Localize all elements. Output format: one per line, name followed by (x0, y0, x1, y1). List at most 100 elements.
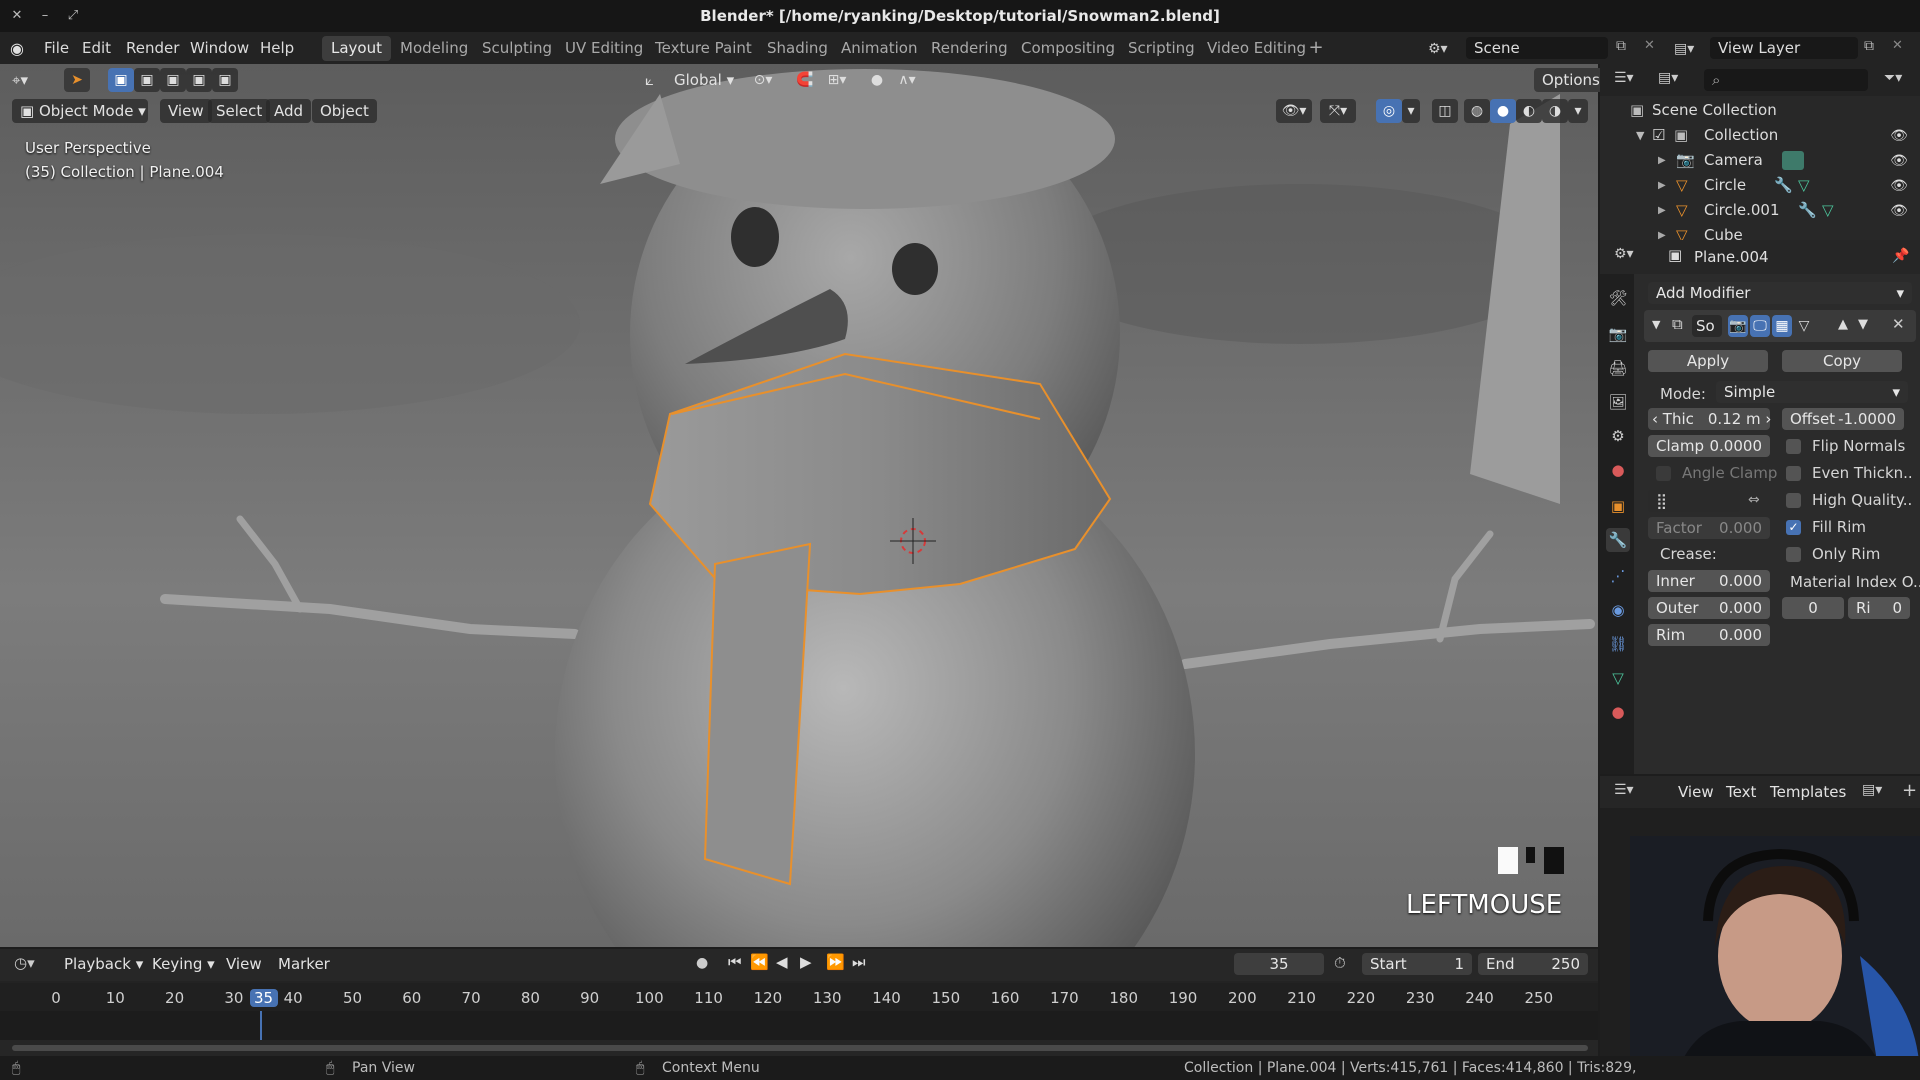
scene-selector-icon[interactable]: ⚙▾ (1428, 38, 1462, 60)
text-menu-view[interactable]: View (1670, 780, 1722, 804)
particles-tab-icon[interactable]: ⋰ (1606, 564, 1630, 588)
material-tab-icon[interactable]: ● (1606, 700, 1630, 724)
snap-icon[interactable]: 🧲 (792, 68, 818, 92)
view-layer-selector-icon[interactable]: ▤▾ (1674, 38, 1708, 60)
text-menu-templates[interactable]: Templates (1762, 780, 1854, 804)
physics-tab-icon[interactable]: ◉ (1606, 598, 1630, 622)
display-mode-icon[interactable]: ▤▾ (1658, 70, 1692, 92)
text-menu-text[interactable]: Text (1718, 780, 1764, 804)
blender-logo-icon[interactable]: ◉ (10, 39, 30, 58)
solid-shading-icon[interactable]: ● (1490, 99, 1516, 123)
playhead-line[interactable] (260, 1011, 262, 1040)
inner-crease-field[interactable]: Inner 0.000 (1648, 570, 1770, 592)
high-quality-checkbox[interactable] (1786, 493, 1801, 508)
text-browse-icon[interactable]: ▤▾ (1862, 782, 1896, 804)
menu-window[interactable]: Window (182, 37, 257, 59)
collapse-modifier-icon[interactable]: ▼ (1652, 318, 1660, 331)
tool-tab-icon[interactable]: 🛠 (1606, 286, 1630, 310)
move-modifier-up-icon[interactable]: ▲ (1838, 317, 1848, 332)
tab-scripting[interactable]: Scripting (1119, 36, 1204, 61)
transform-orientation-dropdown[interactable]: Global ▾ (666, 68, 742, 92)
shading-options-icon[interactable]: ▾ (1568, 99, 1588, 123)
viewport-scene[interactable] (0, 64, 1598, 947)
add-modifier-dropdown[interactable]: Add Modifier ▾ (1648, 282, 1912, 304)
new-scene-icon[interactable]: ⧉ (1616, 38, 1636, 58)
expand-arrow-icon[interactable]: ▶ (1658, 198, 1666, 223)
text-editor-type-icon[interactable]: ☰▾ (1614, 782, 1648, 804)
record-keyframe-icon[interactable]: ● (696, 955, 716, 975)
checkbox-icon[interactable]: ☑ (1652, 123, 1665, 148)
tab-modeling[interactable]: Modeling (391, 36, 477, 61)
menu-help[interactable]: Help (252, 37, 302, 59)
outliner-row-circle-001[interactable]: ▶ ▽ Circle.001 🔧 ▽ 👁 (1600, 198, 1920, 223)
pivot-point-icon[interactable]: ⊙▾ (750, 68, 776, 92)
tab-shading[interactable]: Shading (758, 36, 837, 61)
select-tool-icon[interactable]: ➤ (64, 68, 90, 92)
offset-field[interactable]: Offset -1.0000 (1782, 408, 1904, 430)
view-layer-tab-icon[interactable]: 🖼 (1606, 390, 1630, 414)
select-box-intersect-icon[interactable]: ▣ (212, 68, 238, 92)
new-view-layer-icon[interactable]: ⧉ (1864, 38, 1884, 58)
modifier-wrench-icon[interactable]: 🔧 (1774, 173, 1793, 198)
end-frame-field[interactable]: End 250 (1478, 953, 1588, 975)
menu-edit[interactable]: Edit (74, 37, 119, 59)
even-thickness-checkbox[interactable] (1786, 466, 1801, 481)
timeline-scrollbar[interactable] (0, 1040, 1598, 1056)
use-preview-range-icon[interactable]: ⏱ (1334, 954, 1354, 974)
overlays-dropdown-icon[interactable]: ▾ (1402, 99, 1420, 123)
timeline-track-area[interactable] (0, 1011, 1598, 1040)
play-icon[interactable]: ▶ (800, 953, 820, 975)
constraints-tab-icon[interactable]: ⛓ (1606, 632, 1630, 656)
jump-to-end-icon[interactable]: ⏭ (852, 953, 872, 975)
timeline-menu-keying[interactable]: Keying ▾ (144, 952, 223, 976)
tab-layout[interactable]: Layout (322, 36, 391, 61)
viewport-menu-select[interactable]: Select (208, 99, 271, 123)
tab-sculpting[interactable]: Sculpting (473, 36, 561, 61)
object-tab-icon[interactable]: ▣ (1606, 494, 1630, 518)
overlays-toggle-icon[interactable]: ◎ (1376, 99, 1402, 123)
timeline-scrollbar-thumb[interactable] (12, 1045, 1588, 1051)
play-reverse-icon[interactable]: ◀ (776, 953, 796, 975)
properties-editor-type-icon[interactable]: ⚙▾ (1614, 246, 1648, 268)
modifier-wrench-icon[interactable]: 🔧 (1798, 198, 1817, 223)
camera-data-icon[interactable] (1782, 151, 1804, 170)
rim-crease-field[interactable]: Rim 0.000 (1648, 624, 1770, 646)
modifier-viewport-toggle-icon[interactable]: 🖵 (1750, 315, 1770, 337)
mesh-data-icon[interactable]: ▽ (1798, 173, 1810, 198)
clamp-field[interactable]: Clamp 0.0000 (1648, 435, 1770, 457)
invert-vertex-group-icon[interactable]: ⇔ (1748, 492, 1760, 508)
only-rim-checkbox[interactable] (1786, 547, 1801, 562)
outliner-search-input[interactable]: ⌕ (1704, 69, 1868, 91)
jump-to-start-icon[interactable]: ⏮ (728, 953, 748, 975)
modifier-tab-icon[interactable]: 🔧 (1606, 528, 1630, 552)
tab-compositing[interactable]: Compositing (1012, 36, 1124, 61)
viewport-menu-view[interactable]: View (160, 99, 212, 123)
mesh-data-tab-icon[interactable]: ▽ (1606, 666, 1630, 690)
modifier-name-field[interactable]: So (1692, 315, 1722, 337)
outliner-row-collection[interactable]: ▼ ☑ ▣ Collection 👁 (1600, 123, 1920, 148)
view-layer-field[interactable]: View Layer (1710, 37, 1858, 59)
wireframe-shading-icon[interactable]: ◍ (1464, 99, 1490, 123)
mesh-data-icon[interactable]: ▽ (1822, 198, 1834, 223)
outer-crease-field[interactable]: Outer 0.000 (1648, 597, 1770, 619)
start-frame-field[interactable]: Start 1 (1362, 953, 1472, 975)
select-box-invert-icon[interactable]: ▣ (186, 68, 212, 92)
object-mode-dropdown[interactable]: ▣ Object Mode ▾ (12, 99, 148, 123)
eye-icon[interactable]: 👁 (1890, 179, 1908, 193)
tab-uv-editing[interactable]: UV Editing (556, 36, 652, 61)
visibility-selectability-icon[interactable]: 👁▾ (1276, 99, 1312, 123)
timeline-editor-type-icon[interactable]: ◷▾ (14, 954, 50, 976)
timeline-menu-marker[interactable]: Marker (270, 952, 338, 976)
3d-viewport[interactable] (0, 64, 1598, 947)
timeline-menu-playback[interactable]: Playback ▾ (56, 952, 151, 976)
delete-view-layer-icon[interactable]: ✕ (1892, 38, 1912, 58)
pin-icon[interactable]: 📌 (1892, 248, 1909, 264)
tab-rendering[interactable]: Rendering (922, 36, 1017, 61)
eye-icon[interactable]: 👁 (1890, 129, 1908, 143)
timeline-menu-view[interactable]: View (218, 952, 270, 976)
modifier-render-toggle-icon[interactable]: 📷 (1728, 315, 1748, 337)
expand-arrow-icon[interactable]: ▶ (1658, 223, 1666, 240)
material-preview-icon[interactable]: ◐ (1516, 99, 1542, 123)
current-frame-field[interactable]: 35 (1234, 953, 1324, 975)
outliner-row-circle[interactable]: ▶ ▽ Circle 🔧 ▽ 👁 (1600, 173, 1920, 198)
